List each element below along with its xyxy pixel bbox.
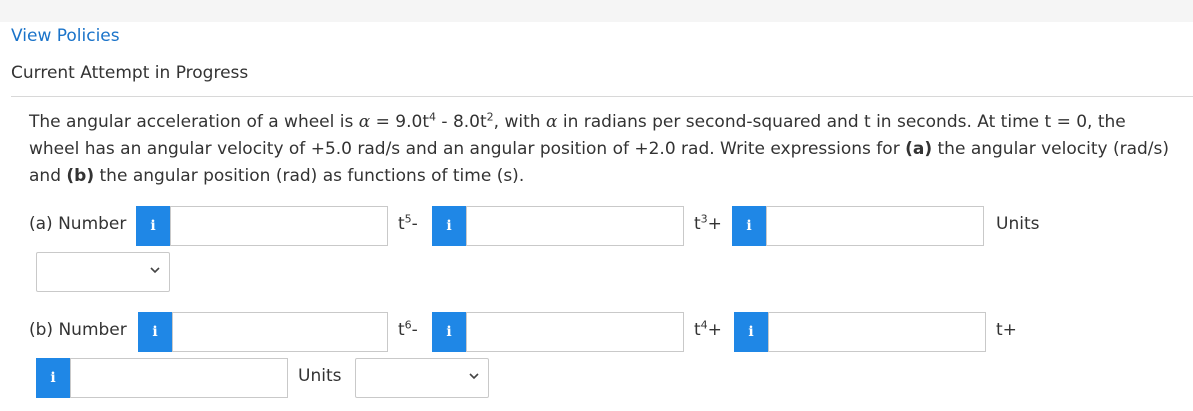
info-icon[interactable]: i — [136, 206, 170, 246]
attempt-title: Current Attempt in Progress — [11, 63, 249, 83]
info-icon[interactable]: i — [432, 312, 466, 352]
part-b-constant-input[interactable] — [70, 358, 288, 398]
view-policies-link[interactable]: View Policies — [11, 26, 120, 46]
part-b-term2: t4+ — [694, 318, 722, 340]
part-b-units-label: Units — [298, 366, 342, 386]
chevron-down-icon — [149, 264, 161, 279]
part-b-term3: t+ — [996, 320, 1017, 340]
info-icon[interactable]: i — [138, 312, 172, 352]
part-a-label: (a) Number — [29, 214, 127, 234]
part-b-coefficient-3-input[interactable] — [768, 312, 986, 352]
info-icon[interactable]: i — [432, 206, 466, 246]
part-a-units-select[interactable] — [36, 252, 170, 292]
part-b-coefficient-2-input[interactable] — [466, 312, 684, 352]
alpha-symbol: α — [358, 112, 371, 132]
info-icon[interactable]: i — [734, 312, 768, 352]
chevron-down-icon — [468, 370, 480, 385]
part-a-term1: t5- — [398, 212, 418, 234]
divider — [11, 96, 1193, 97]
top-bar — [0, 0, 1193, 22]
part-a-coefficient-1-input[interactable] — [170, 206, 388, 246]
part-b-units-select[interactable] — [355, 358, 489, 398]
part-a-coefficient-2-input[interactable] — [466, 206, 684, 246]
question-text: The angular acceleration of a wheel is α… — [29, 110, 1169, 186]
part-b-label: (b) Number — [29, 320, 127, 340]
alpha-symbol: α — [545, 112, 558, 132]
part-a-units-label: Units — [996, 214, 1040, 234]
part-b-coefficient-1-input[interactable] — [172, 312, 388, 352]
info-icon[interactable]: i — [36, 358, 70, 398]
part-a-term2: t3+ — [694, 212, 722, 234]
info-icon[interactable]: i — [732, 206, 766, 246]
part-a-coefficient-3-input[interactable] — [766, 206, 984, 246]
part-b-term1: t6- — [398, 318, 418, 340]
